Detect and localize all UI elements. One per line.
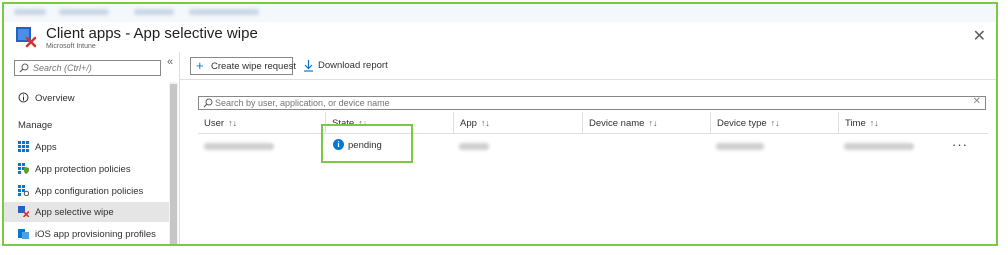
sidebar: « Overview Manage Apps	[4, 52, 180, 244]
cell-device-type-redacted	[710, 135, 837, 157]
scrollbar-thumb[interactable]	[170, 84, 177, 244]
sidebar-item-label: App protection policies	[35, 164, 131, 175]
selective-wipe-app-icon	[16, 27, 37, 48]
cell-app-redacted	[453, 135, 581, 157]
sidebar-scrollbar[interactable]	[169, 82, 178, 244]
filter-input[interactable]	[215, 97, 955, 109]
toolbar: + Create wipe request Download report	[180, 52, 996, 80]
table-header: User ↑↓ State ↑↓ App ↑↓ Device name ↑↓ Devic…	[198, 112, 988, 134]
page-title: Client apps - App selective wipe	[46, 25, 258, 42]
plus-icon: +	[196, 58, 204, 73]
sort-icon[interactable]: ↑↓	[870, 118, 879, 128]
breadcrumb	[4, 4, 996, 22]
column-header-device-type[interactable]: Device type ↑↓	[710, 112, 837, 134]
window-frame: Client apps - App selective wipe Microso…	[2, 2, 998, 246]
sort-icon[interactable]: ↑↓	[228, 118, 237, 128]
provisioning-profile-icon	[18, 229, 29, 239]
column-header-time[interactable]: Time ↑↓	[838, 112, 988, 134]
column-label: App	[460, 118, 477, 129]
sidebar-item-label: Overview	[35, 93, 75, 104]
close-icon[interactable]: ✕	[973, 26, 986, 46]
column-label: Time	[845, 118, 866, 129]
column-label: Device name	[589, 118, 645, 129]
column-label: User	[204, 118, 225, 129]
clear-filter-icon[interactable]: ✕	[973, 96, 981, 107]
app-configuration-icon	[18, 185, 29, 196]
sidebar-item-label: App selective wipe	[35, 207, 114, 218]
sidebar-item-app-configuration-policies[interactable]: App configuration policies	[4, 181, 169, 201]
column-header-device-name[interactable]: Device name ↑↓	[582, 112, 709, 134]
column-header-app[interactable]: App ↑↓	[453, 112, 581, 134]
sidebar-item-app-protection-policies[interactable]: App protection policies	[4, 159, 169, 179]
create-wipe-request-label: Create wipe request	[211, 61, 297, 72]
page-subtitle: Microsoft Intune	[46, 43, 96, 50]
sidebar-item-overview[interactable]: Overview	[4, 88, 169, 108]
cell-time-redacted: ···	[838, 135, 988, 157]
column-header-user[interactable]: User ↑↓	[198, 112, 324, 134]
download-icon	[304, 60, 313, 72]
create-wipe-request-button[interactable]: + Create wipe request	[190, 57, 297, 75]
sidebar-search-input[interactable]	[33, 62, 157, 74]
title-bar: Client apps - App selective wipe Microso…	[4, 22, 996, 52]
sidebar-search[interactable]	[14, 60, 161, 76]
column-label: Device type	[717, 118, 767, 129]
download-report-button[interactable]: Download report	[300, 57, 400, 75]
filter-box[interactable]: ✕	[198, 96, 986, 110]
main-content: + Create wipe request Download report ✕ …	[180, 52, 996, 244]
info-circle-icon	[18, 92, 29, 103]
more-actions-icon[interactable]: ···	[952, 137, 968, 152]
search-icon	[19, 63, 29, 73]
table-row[interactable]: i pending ···	[198, 135, 988, 157]
cell-device-name	[582, 135, 709, 157]
sidebar-item-label: iOS app provisioning profiles	[35, 229, 156, 240]
collapse-sidebar-button[interactable]: «	[167, 56, 173, 68]
sidebar-section-manage: Manage	[18, 120, 53, 131]
cell-user-redacted	[198, 135, 324, 157]
sort-icon[interactable]: ↑↓	[648, 118, 657, 128]
sidebar-item-label: Apps	[35, 142, 57, 153]
sidebar-item-ios-app-provisioning-profiles[interactable]: iOS app provisioning profiles	[4, 224, 169, 244]
app-protection-icon	[18, 163, 29, 174]
download-report-label: Download report	[318, 60, 388, 71]
state-highlight-box	[321, 124, 413, 163]
search-icon	[203, 98, 213, 108]
sort-icon[interactable]: ↑↓	[771, 118, 780, 128]
sort-icon[interactable]: ↑↓	[481, 118, 490, 128]
sidebar-item-apps[interactable]: Apps	[4, 137, 169, 157]
selective-wipe-icon	[18, 206, 29, 217]
grid-icon	[18, 141, 29, 152]
sidebar-item-label: App configuration policies	[35, 186, 144, 197]
sidebar-item-app-selective-wipe[interactable]: App selective wipe	[4, 202, 169, 222]
